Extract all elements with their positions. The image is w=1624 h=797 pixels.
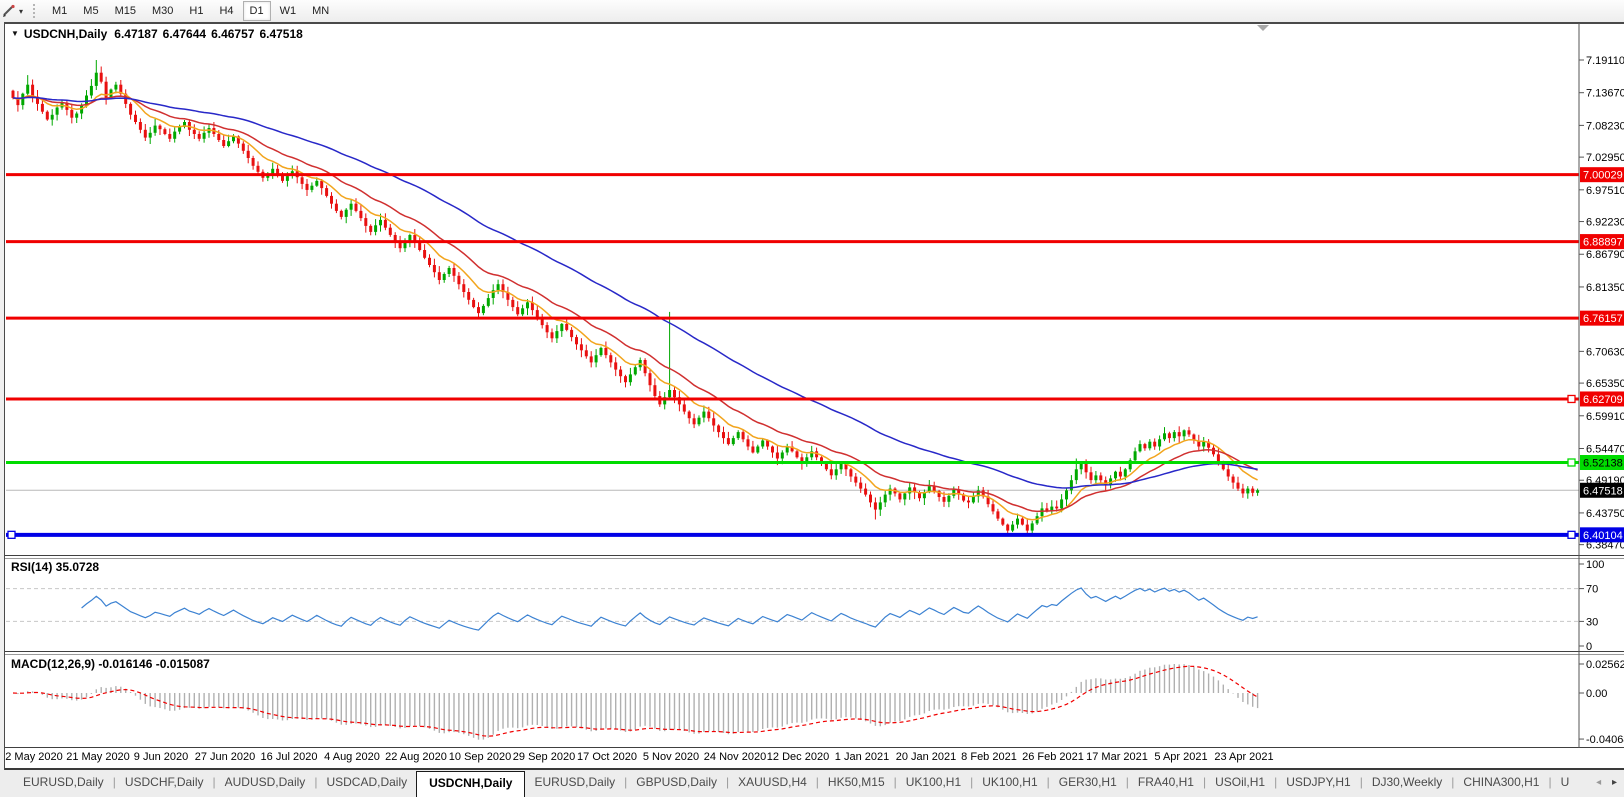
svg-text:6.43750: 6.43750	[1586, 508, 1624, 520]
svg-text:6.81350: 6.81350	[1586, 282, 1624, 294]
chart-title: ▼ USDCNH,Daily 6.47187 6.47644 6.46757 6.4751…	[11, 27, 309, 41]
date-tick-label: 26 Feb 2021	[1022, 751, 1084, 763]
chart-tab-eurusd-daily[interactable]: EURUSD,Daily	[525, 770, 624, 797]
date-tick-label: 1 Jan 2021	[835, 751, 889, 763]
toolbar: ▾ M1M5M15M30H1H4D1W1MN	[0, 0, 1624, 22]
chart-tab-xauusd-h4[interactable]: XAUUSD,H4	[729, 770, 816, 797]
price-label: 6.62709	[1583, 394, 1623, 406]
chart-tab-u[interactable]: U	[1552, 770, 1579, 797]
date-tick-label: 4 Aug 2020	[324, 751, 380, 763]
chart-tab-ger30-h1[interactable]: GER30,H1	[1050, 770, 1126, 797]
price-label: 6.76157	[1583, 313, 1623, 325]
svg-text:6.92230: 6.92230	[1586, 217, 1624, 229]
timeframe-button-m30[interactable]: M30	[145, 1, 180, 21]
svg-text:6.86790: 6.86790	[1586, 249, 1624, 261]
date-tick-label: 17 Mar 2021	[1086, 751, 1148, 763]
chart-tab-usdchf-daily[interactable]: USDCHF,Daily	[116, 770, 213, 797]
timeframe-button-m15[interactable]: M15	[108, 1, 143, 21]
ohlc-low: 6.46757	[211, 27, 254, 41]
date-tick-label: 5 Apr 2021	[1154, 751, 1207, 763]
timeframe-button-m1[interactable]: M1	[45, 1, 74, 21]
chart-tab-gbpusd-daily[interactable]: GBPUSD,Daily	[627, 770, 726, 797]
line-handle[interactable]	[1568, 459, 1575, 466]
chart-tab-usdcnh-daily[interactable]: USDCNH,Daily	[416, 771, 525, 797]
date-tick-label: 27 Jun 2020	[195, 751, 256, 763]
timeframe-button-h4[interactable]: H4	[212, 1, 240, 21]
svg-text:6.59910: 6.59910	[1586, 411, 1624, 423]
svg-text:7.19110: 7.19110	[1586, 55, 1624, 67]
date-tick-label: 8 Feb 2021	[961, 751, 1017, 763]
date-tick-label: 29 Sep 2020	[513, 751, 575, 763]
macd-scale-label: 0.00	[1586, 688, 1607, 700]
chart-tab-hk50-m15[interactable]: HK50,M15	[819, 770, 894, 797]
collapse-triangle-icon[interactable]: ▼	[11, 29, 19, 38]
price-label: 7.00029	[1583, 170, 1623, 182]
date-tick-label: 10 Sep 2020	[449, 751, 511, 763]
price-label: 6.40104	[1583, 530, 1623, 542]
symbol-period-label: USDCNH,Daily	[24, 27, 107, 41]
tab-scroll-left-icon[interactable]: ◂	[1596, 777, 1605, 788]
price-label: 6.88897	[1583, 237, 1623, 249]
date-tick-label: 2 May 2020	[5, 751, 62, 763]
timeframe-button-m5[interactable]: M5	[76, 1, 105, 21]
date-tick-label: 23 Apr 2021	[1214, 751, 1273, 763]
chart-tab-usdjpy-h1[interactable]: USDJPY,H1	[1277, 770, 1359, 797]
chart-tab-audusd-daily[interactable]: AUDUSD,Daily	[216, 770, 315, 797]
svg-text:6.65350: 6.65350	[1586, 378, 1624, 390]
ohlc-high: 6.47644	[163, 27, 206, 41]
timeframe-button-h1[interactable]: H1	[182, 1, 210, 21]
rsi-indicator-label: RSI(14) 35.0728	[11, 560, 99, 574]
rsi-scale-label: 70	[1586, 584, 1598, 596]
chevron-down-icon[interactable]: ▾	[19, 7, 23, 16]
macd-indicator-label: MACD(12,26,9) -0.016146 -0.015087	[11, 657, 210, 671]
rsi-scale-label: 0	[1586, 641, 1592, 653]
svg-text:6.70630: 6.70630	[1586, 346, 1624, 358]
date-tick-label: 16 Jul 2020	[261, 751, 318, 763]
date-tick-label: 17 Oct 2020	[577, 751, 637, 763]
tab-scroll-right-icon[interactable]: ▸	[1612, 777, 1621, 788]
svg-text:6.97510: 6.97510	[1586, 185, 1624, 197]
chart-tab-dj30-weekly[interactable]: DJ30,Weekly	[1363, 770, 1451, 797]
rsi-scale-label: 100	[1586, 559, 1604, 571]
svg-text:6.54470: 6.54470	[1586, 443, 1624, 455]
toolbar-grip	[33, 4, 35, 18]
ohlc-close: 6.47518	[259, 27, 302, 41]
svg-text:7.02950: 7.02950	[1586, 152, 1624, 164]
line-handle[interactable]	[1568, 531, 1575, 538]
macd-scale-label: 0.025623	[1586, 659, 1624, 671]
macd-scale-label: -0.040687	[1586, 734, 1624, 746]
date-tick-label: 5 Nov 2020	[643, 751, 699, 763]
tab-scroll-arrows: ◂ ▸	[1596, 777, 1621, 788]
timeframe-button-mn[interactable]: MN	[305, 1, 336, 21]
svg-text:7.08230: 7.08230	[1586, 120, 1624, 132]
date-tick-label: 22 Aug 2020	[385, 751, 447, 763]
chart-tab-usoil-h1[interactable]: USOil,H1	[1206, 770, 1274, 797]
chart-tab-uk100-h1[interactable]: UK100,H1	[897, 770, 970, 797]
timeframe-button-group: M1M5M15M30H1H4D1W1MN	[45, 1, 338, 21]
date-tick-label: 12 Dec 2020	[767, 751, 829, 763]
chart-tab-eurusd-daily[interactable]: EURUSD,Daily	[14, 770, 113, 797]
date-tick-label: 24 Nov 2020	[704, 751, 766, 763]
chart-tab-usdcad-daily[interactable]: USDCAD,Daily	[317, 770, 416, 797]
chart-tab-bar: EURUSD,Daily|USDCHF,Daily|AUDUSD,Daily|U…	[0, 770, 1624, 797]
line-style-tool-icon[interactable]	[1, 3, 17, 19]
date-axis[interactable]: 2 May 2020 21 May 2020 9 Jun 2020 27 Jun 20…	[5, 748, 1624, 770]
date-tick-label: 21 May 2020	[66, 751, 130, 763]
ohlc-open: 6.47187	[114, 27, 157, 41]
timeframe-button-w1[interactable]: W1	[273, 1, 304, 21]
chart-tab-china300-h1[interactable]: CHINA300,H1	[1454, 770, 1548, 797]
price-label: 6.52138	[1583, 458, 1623, 470]
rsi-scale-label: 30	[1586, 616, 1598, 628]
chart-window: 7.19110 7.13670 7.08230 7.02950 6.97510 6.922…	[4, 22, 1624, 770]
timeframe-button-d1[interactable]: D1	[243, 1, 271, 21]
svg-text:7.13670: 7.13670	[1586, 88, 1624, 100]
chart-tab-fra40-h1[interactable]: FRA40,H1	[1129, 770, 1203, 797]
chart-tab-uk100-h1[interactable]: UK100,H1	[973, 770, 1046, 797]
line-handle[interactable]	[8, 531, 15, 538]
date-tick-label: 20 Jan 2021	[896, 751, 957, 763]
date-tick-label: 9 Jun 2020	[134, 751, 188, 763]
price-chart-canvas[interactable]: 7.19110 7.13670 7.08230 7.02950 6.97510 6.922…	[5, 23, 1624, 748]
price-label: 6.47518	[1583, 485, 1623, 497]
line-handle[interactable]	[1568, 395, 1575, 402]
